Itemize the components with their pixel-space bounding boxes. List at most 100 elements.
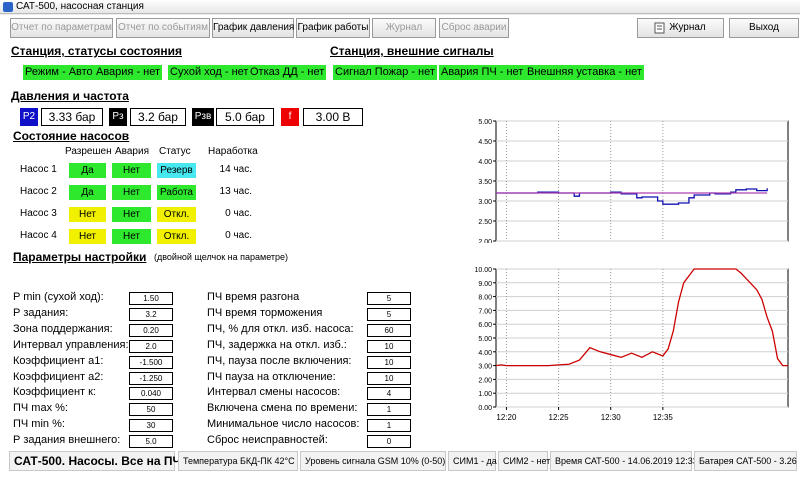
setting-value[interactable]: 10 — [367, 339, 411, 353]
y-tick-label: 7.00 — [478, 308, 492, 315]
setting-label: P min (сухой ход): — [13, 291, 104, 303]
station-status-title: Станция, статусы состояния — [11, 44, 182, 58]
pump-alarm: Нет — [112, 163, 151, 178]
params-report-button[interactable]: Отчет по параметрам — [10, 18, 113, 38]
status-battery: Батарея САТ-500 - 3.26 В — [694, 451, 800, 471]
y-tick-label: 10.00 — [474, 267, 492, 274]
p2-label: P2 — [20, 108, 38, 126]
journal-button[interactable]: Журнал — [637, 18, 724, 38]
y-tick-label: 9.00 — [478, 281, 492, 288]
pump-status: Откл. — [157, 207, 196, 222]
journal-button-label: Журнал — [669, 22, 706, 33]
pump-alarm: Нет — [112, 185, 151, 200]
exit-button[interactable]: Выход — [729, 18, 799, 38]
setting-value[interactable]: 60 — [367, 323, 411, 337]
col-runtime: Наработка — [208, 146, 258, 157]
work-chart-button[interactable]: График работы — [296, 18, 370, 38]
setting-value[interactable]: 2.0 — [129, 339, 173, 353]
journal-icon — [654, 22, 665, 34]
status-mode: Режим - Авто — [23, 65, 95, 80]
setting-value[interactable]: 1.50 — [129, 292, 173, 305]
y-tick-label: 2.00 — [478, 377, 492, 384]
setting-value[interactable]: 3.2 — [129, 307, 173, 321]
setting-value[interactable]: -1.500 — [129, 355, 173, 369]
pump-permission: Да — [69, 163, 106, 178]
settings-title: Параметры настройки — [13, 250, 147, 264]
setting-label: Включена смена по времени: — [207, 402, 358, 415]
setting-value[interactable]: 0 — [367, 435, 411, 449]
setting-value[interactable]: -1.250 — [129, 371, 173, 385]
y-tick-label: 0.00 — [478, 405, 492, 412]
setting-value[interactable]: 1 — [367, 419, 411, 433]
setting-value[interactable]: 10 — [367, 371, 411, 385]
pump-hours: 13 час. — [219, 186, 252, 197]
setting-value[interactable]: 5.0 — [129, 435, 173, 449]
status-dry-run: Сухой ход - нет — [168, 65, 251, 80]
setting-label: Коэффициент к: — [13, 386, 96, 399]
status-sim1: СИМ1 - да — [448, 451, 497, 471]
reset-alarm-button[interactable]: Сброс аварии — [439, 18, 509, 38]
y-tick-label: 4.50 — [478, 139, 492, 146]
setting-value[interactable]: 4 — [367, 387, 411, 401]
pzv-label: Рзв — [192, 108, 214, 126]
pump-hours: 14 час. — [219, 164, 252, 175]
pump-status: Работа — [157, 185, 196, 200]
signal-fire: Сигнал Пожар - нет — [333, 65, 437, 80]
main-window: Отчет по параметрам Отчет по событиям Гр… — [0, 15, 800, 478]
x-tick-label: 12:25 — [549, 413, 570, 422]
status-alarm: Авария - нет — [94, 65, 163, 80]
pump-name: Насос 3 — [20, 208, 57, 219]
setting-label: Минимальное число насосов: — [207, 418, 360, 431]
pump-name: Насос 4 — [20, 230, 57, 241]
status-gsm: Уровень сигнала GSM 10% (0-50) — [300, 451, 446, 471]
y-tick-label: 6.00 — [478, 322, 492, 329]
y-tick-label: 8.00 — [478, 295, 492, 302]
y-tick-label: 2.50 — [478, 219, 492, 226]
col-permission: Разрешен — [65, 146, 112, 157]
f-label: f — [281, 108, 299, 126]
settings-hint: (двойной щелчок на параметре) — [154, 252, 289, 262]
events-report-button[interactable]: Отчет по событиям — [116, 18, 210, 38]
pump-name: Насос 1 — [20, 164, 57, 175]
setting-label: ПЧ время разгона — [207, 291, 300, 303]
setting-label: Интервал смены насосов: — [207, 386, 341, 399]
setting-label: ПЧ, пауза после включения: — [207, 354, 352, 367]
pumps-title: Состояние насосов — [13, 129, 130, 143]
pump-permission: Да — [69, 185, 106, 200]
pump-hours: 0 час. — [225, 230, 252, 241]
pump-permission: Нет — [69, 207, 106, 222]
pump-status: Откл. — [157, 229, 196, 244]
y-tick-label: 2.00 — [478, 239, 492, 243]
setting-value[interactable]: 1 — [367, 403, 411, 417]
setting-value[interactable]: 0.040 — [129, 387, 173, 401]
setting-label: Сброс неисправностей: — [207, 434, 328, 447]
pump-hours: 0 час. — [225, 208, 252, 219]
setting-label: ПЧ min %: — [13, 418, 65, 431]
status-time: Время САТ-500 - 14.06.2019 12:33 — [550, 451, 698, 471]
setting-value[interactable]: 5 — [367, 307, 411, 321]
pump-status: Резерв — [157, 163, 196, 178]
external-signals-title: Станция, внешние сигналы — [330, 44, 494, 58]
setting-label: Коэффициент а1: — [13, 354, 104, 367]
setting-label: ПЧ, % для откл. изб. насоса: — [207, 322, 354, 335]
journal-disabled-button[interactable]: Журнал — [372, 18, 436, 38]
y-tick-label: 4.00 — [478, 159, 492, 166]
setting-value[interactable]: 50 — [129, 403, 173, 417]
status-summary: САТ-500. Насосы. Все на ПЧ. — [9, 451, 184, 471]
y-tick-label: 4.00 — [478, 350, 492, 357]
pressures-title: Давления и частота — [11, 89, 129, 103]
setting-value[interactable]: 30 — [129, 419, 173, 433]
y-tick-label: 5.00 — [478, 119, 492, 126]
status-sim2: СИМ2 - нет — [498, 451, 550, 471]
window-title: САТ-500, насосная станция — [16, 1, 144, 12]
setting-label: ПЧ пауза на отключение: — [207, 370, 336, 383]
setting-value[interactable]: 0.20 — [129, 323, 173, 337]
setting-value[interactable]: 10 — [367, 355, 411, 369]
app-icon — [3, 2, 13, 12]
col-alarm: Авария — [115, 146, 149, 157]
x-tick-label: 12:20 — [496, 413, 517, 422]
setting-value[interactable]: 5 — [367, 292, 411, 305]
status-temperature: Температура БКД-ПК 42°С — [178, 451, 298, 471]
x-tick-label: 12:35 — [653, 413, 674, 422]
pressure-chart-button[interactable]: График давления — [212, 18, 294, 38]
